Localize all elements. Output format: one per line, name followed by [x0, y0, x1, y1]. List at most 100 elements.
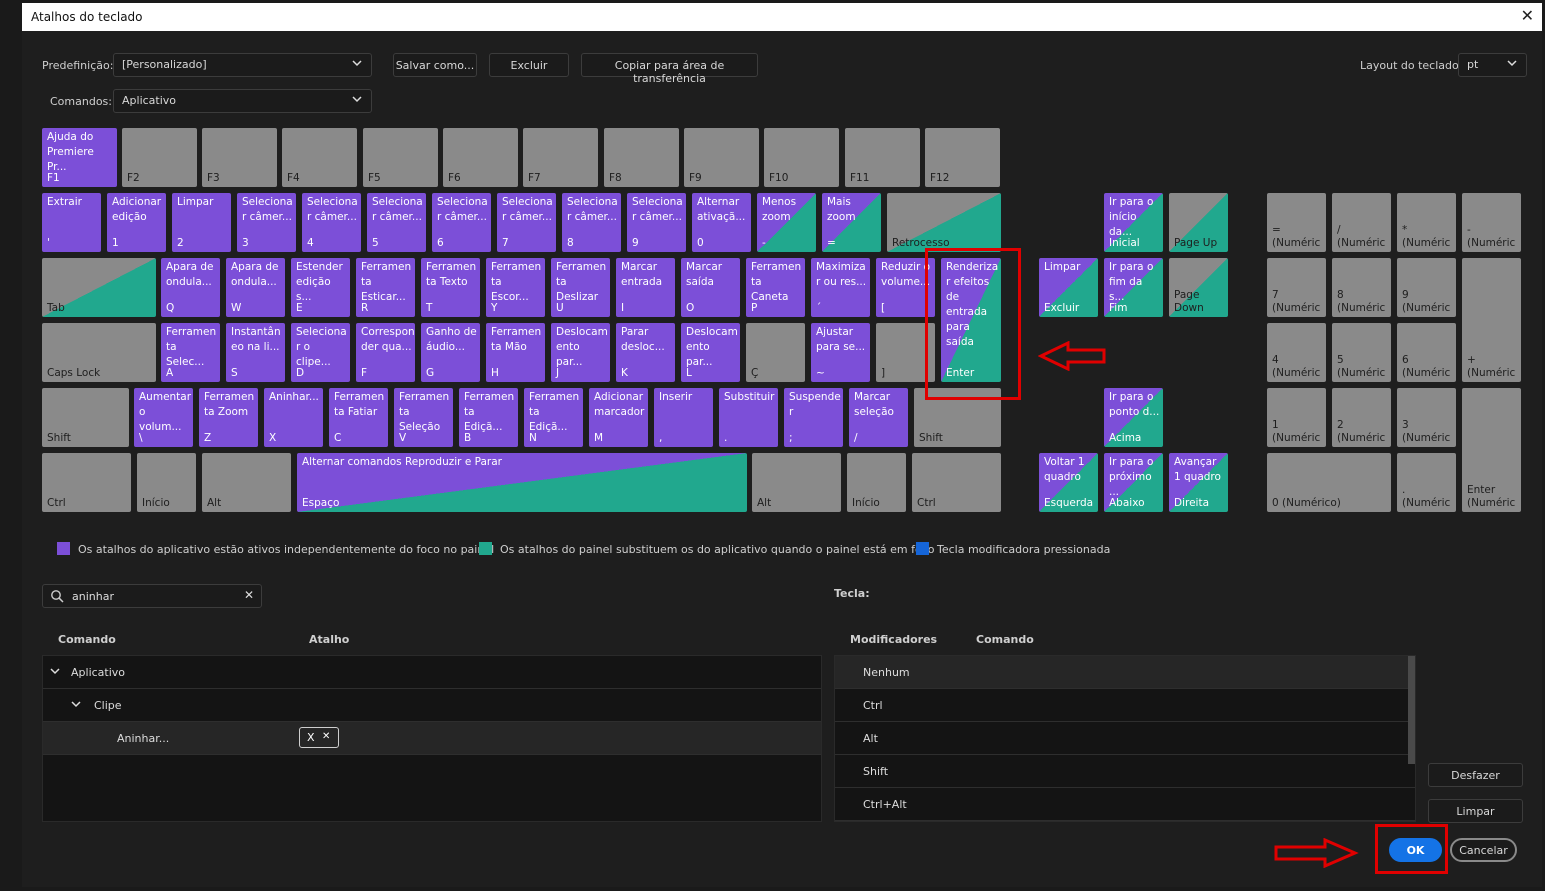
key-f2[interactable]: F2 — [122, 128, 197, 187]
scrollbar[interactable] — [1408, 656, 1415, 764]
key-num-9[interactable]: 9 (Numéric — [1397, 258, 1456, 317]
key-win-left[interactable]: Início — [137, 453, 196, 512]
key-5[interactable]: Seleciona r câmer... 5 — [367, 193, 426, 252]
key-k[interactable]: Parar desloc... K — [616, 323, 675, 382]
key-f[interactable]: Correspon der qua... F — [356, 323, 415, 382]
key-e[interactable]: Estender edição s... E — [291, 258, 350, 317]
key-6[interactable]: Seleciona r câmer... 6 — [432, 193, 491, 252]
key-d[interactable]: Seleciona r o clipe... D — [291, 323, 350, 382]
key-c[interactable]: Ferramen ta Fatiar C — [329, 388, 388, 447]
key-num-6[interactable]: 6 (Numéric — [1397, 323, 1456, 382]
key-tab[interactable]: Tab — [42, 258, 156, 317]
key-v[interactable]: Ferramen ta Seleção V — [394, 388, 453, 447]
key-2[interactable]: Limpar 2 — [172, 193, 231, 252]
key-backspace[interactable]: Retrocesso — [887, 193, 1001, 252]
key-f8[interactable]: F8 — [604, 128, 679, 187]
chevron-down-icon[interactable] — [70, 698, 82, 713]
cancel-button[interactable]: Cancelar — [1450, 838, 1517, 862]
key-num-multiply[interactable]: * (Numéric — [1397, 193, 1456, 252]
key-arrow-up[interactable]: Ir para o ponto d... Acima — [1104, 388, 1163, 447]
remove-shortcut-icon[interactable]: ✕ — [322, 731, 330, 742]
key-minus[interactable]: Menos zoom - — [757, 193, 816, 252]
key-l[interactable]: Deslocam ento par... L — [681, 323, 740, 382]
key-o[interactable]: Marcar saída O — [681, 258, 740, 317]
key-num-8[interactable]: 8 (Numéric — [1332, 258, 1391, 317]
key-num-divide[interactable]: / (Numéric — [1332, 193, 1391, 252]
key-n[interactable]: Ferramen ta Ediçã... N — [524, 388, 583, 447]
key-semicolon[interactable]: Suspende r; — [784, 388, 843, 447]
key-arrow-left[interactable]: Voltar 1 quadro Esquerda — [1039, 453, 1098, 512]
key-backslash[interactable]: Aumentar o volum... \ — [134, 388, 193, 447]
key-4[interactable]: Seleciona r câmer... 4 — [302, 193, 361, 252]
key-num-equals[interactable]: = (Numéric — [1267, 193, 1326, 252]
key-f3[interactable]: F3 — [202, 128, 277, 187]
tree-group-clipe[interactable]: Clipe — [43, 689, 821, 722]
key-acute[interactable]: Maximiza r ou res... ´ — [811, 258, 870, 317]
key-comma[interactable]: Inserir, — [654, 388, 713, 447]
key-num-3[interactable]: 3 (Numéric — [1397, 388, 1456, 447]
key-c-cedilla[interactable]: Ç — [746, 323, 805, 382]
column-header-command-right[interactable]: Comando — [976, 633, 1034, 646]
modifier-row[interactable]: Nenhum — [835, 656, 1415, 689]
key-y[interactable]: Ferramen ta Escor... Y — [486, 258, 545, 317]
key-m[interactable]: Adicionar marcador M — [589, 388, 648, 447]
save-as-button[interactable]: Salvar como... — [393, 53, 477, 77]
key-num-1[interactable]: 1 (Numéric — [1267, 388, 1326, 447]
clear-search-icon[interactable]: ✕ — [244, 588, 254, 602]
commands-select[interactable]: Aplicativo — [113, 89, 372, 113]
key-s[interactable]: Instantân eo na li... S — [226, 323, 285, 382]
chevron-down-icon[interactable] — [49, 665, 61, 680]
key-space[interactable]: Alternar comandos Reproduzir e Parar Espa… — [297, 453, 747, 512]
clear-button[interactable]: Limpar — [1428, 799, 1523, 823]
key-g[interactable]: Ganho de áudio... G — [421, 323, 480, 382]
key-num-decimal[interactable]: . (Numéric — [1397, 453, 1456, 512]
undo-button[interactable]: Desfazer — [1428, 763, 1523, 787]
key-f9[interactable]: F9 — [684, 128, 759, 187]
key-num-7[interactable]: 7 (Numéric — [1267, 258, 1326, 317]
key-q[interactable]: Apara de ondula... Q — [161, 258, 220, 317]
key-u[interactable]: Ferramen ta Deslizar U — [551, 258, 610, 317]
search-box[interactable]: aninhar ✕ — [42, 584, 262, 608]
key-arrow-right[interactable]: Avançar 1 quadro Direita — [1169, 453, 1228, 512]
key-f7[interactable]: F7 — [523, 128, 598, 187]
key-num-0[interactable]: 0 (Numérico) — [1267, 453, 1391, 512]
key-8[interactable]: Seleciona r câmer... 8 — [562, 193, 621, 252]
key-shift-left[interactable]: Shift — [42, 388, 129, 447]
column-header-modifiers[interactable]: Modificadores — [850, 633, 937, 646]
key-f4[interactable]: F4 — [282, 128, 357, 187]
key-apostrophe[interactable]: Extrair ' — [42, 193, 101, 252]
column-header-command[interactable]: Comando — [58, 633, 116, 646]
key-end[interactable]: Ir para o fim da s... Fim — [1104, 258, 1163, 317]
modifier-row[interactable]: Ctrl — [835, 689, 1415, 722]
key-page-down[interactable]: Page Down — [1169, 258, 1228, 317]
key-num-minus[interactable]: - (Numéric — [1462, 193, 1521, 252]
key-7[interactable]: Seleciona r câmer... 7 — [497, 193, 556, 252]
key-f6[interactable]: F6 — [443, 128, 518, 187]
copy-clipboard-button[interactable]: Copiar para área de transferência — [581, 53, 758, 85]
key-h[interactable]: Ferramen ta Mão H — [486, 323, 545, 382]
key-f1[interactable]: Ajuda do Premiere Pr... F1 — [42, 128, 117, 187]
key-f5[interactable]: F5 — [363, 128, 438, 187]
shortcut-chip[interactable]: X ✕ — [299, 727, 339, 748]
key-a[interactable]: Ferramen ta Selec... A — [161, 323, 220, 382]
key-slash[interactable]: Marcar seleção / — [849, 388, 908, 447]
key-ctrl-right[interactable]: Ctrl — [912, 453, 1001, 512]
key-tilde[interactable]: Ajustar para se... ~ — [811, 323, 870, 382]
key-9[interactable]: Seleciona r câmer... 9 — [627, 193, 686, 252]
key-arrow-down[interactable]: Ir para o próximo ... Abaixo — [1104, 453, 1163, 512]
key-r[interactable]: Ferramen ta Esticar... R — [356, 258, 415, 317]
search-input[interactable]: aninhar — [72, 590, 114, 603]
keyboard-layout-select[interactable]: pt — [1458, 53, 1527, 77]
key-delete[interactable]: Limpar Excluir — [1039, 258, 1098, 317]
key-num-enter[interactable]: Enter (Numéric — [1462, 388, 1521, 512]
key-w[interactable]: Apara de ondula... W — [226, 258, 285, 317]
key-f11[interactable]: F11 — [845, 128, 920, 187]
modifier-row[interactable]: Shift — [835, 755, 1415, 788]
key-home[interactable]: Ir para o início da... Inicial — [1104, 193, 1163, 252]
tree-group-aplicativo[interactable]: Aplicativo — [43, 656, 821, 689]
key-b[interactable]: Ferramen ta Ediçã... B — [459, 388, 518, 447]
key-t[interactable]: Ferramen ta Texto T — [421, 258, 480, 317]
key-p[interactable]: Ferramen ta Caneta P — [746, 258, 805, 317]
key-ctrl-left[interactable]: Ctrl — [42, 453, 131, 512]
modifier-row[interactable]: Alt — [835, 722, 1415, 755]
